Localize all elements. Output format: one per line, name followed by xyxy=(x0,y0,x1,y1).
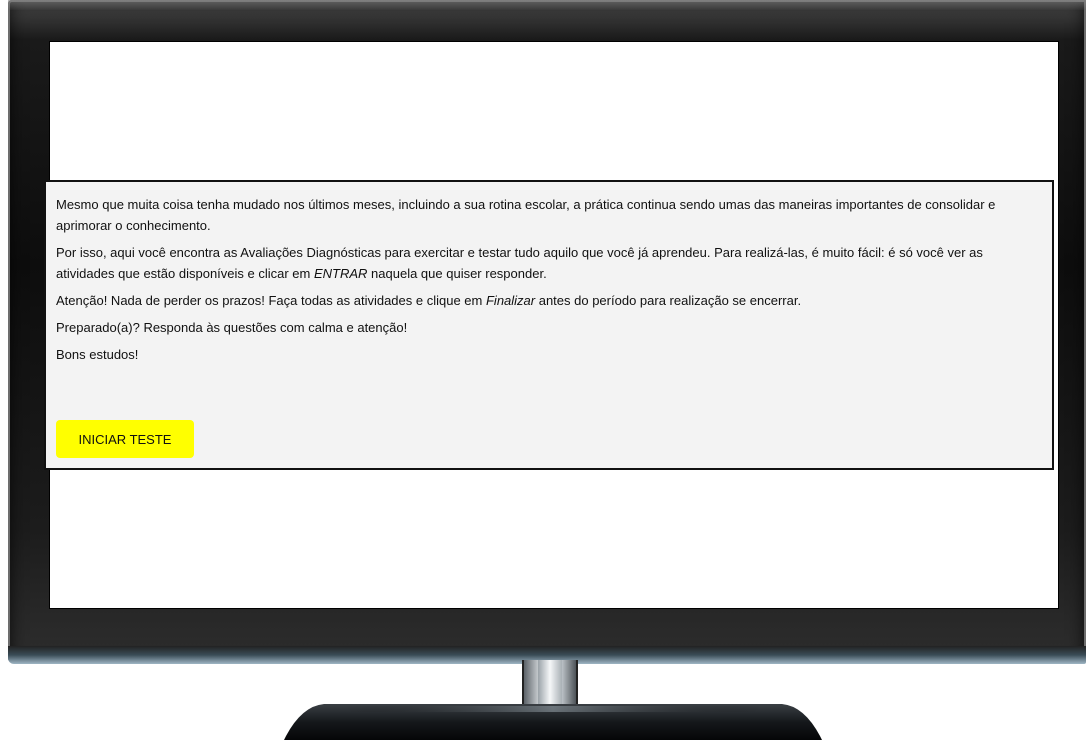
intro-panel: Mesmo que muita coisa tenha mudado nos ú… xyxy=(44,180,1054,470)
entrar-emphasis: ENTRAR xyxy=(313,266,368,281)
monitor-stand-base xyxy=(284,704,822,740)
monitor-stand-neck-highlight xyxy=(538,660,562,704)
intro-paragraph-4: Preparado(a)? Responda às questões com c… xyxy=(56,320,408,335)
intro-paragraph-5: Bons estudos! xyxy=(56,347,139,362)
tv-illustration: Mesmo que muita coisa tenha mudado nos ú… xyxy=(0,0,1086,748)
finalizar-emphasis: Finalizar xyxy=(485,293,536,308)
monitor-top-highlight xyxy=(8,0,1086,10)
intro-paragraph-3-tail: antes do período para realização se ence… xyxy=(535,293,802,308)
intro-paragraph-3-text: Atenção! Nada de perder os prazos! Faça … xyxy=(56,293,486,308)
intro-paragraph-3: Atenção! Nada de perder os prazos! Faça … xyxy=(56,290,1042,311)
intro-paragraph-1: Mesmo que muita coisa tenha mudado nos ú… xyxy=(56,197,996,233)
intro-paragraph-2-tail: naquela que quiser responder. xyxy=(367,266,547,281)
intro-paragraph-2: Por isso, aqui você encontra as Avaliaçõ… xyxy=(56,242,1042,284)
start-test-button[interactable]: INICIAR TESTE xyxy=(56,420,194,458)
